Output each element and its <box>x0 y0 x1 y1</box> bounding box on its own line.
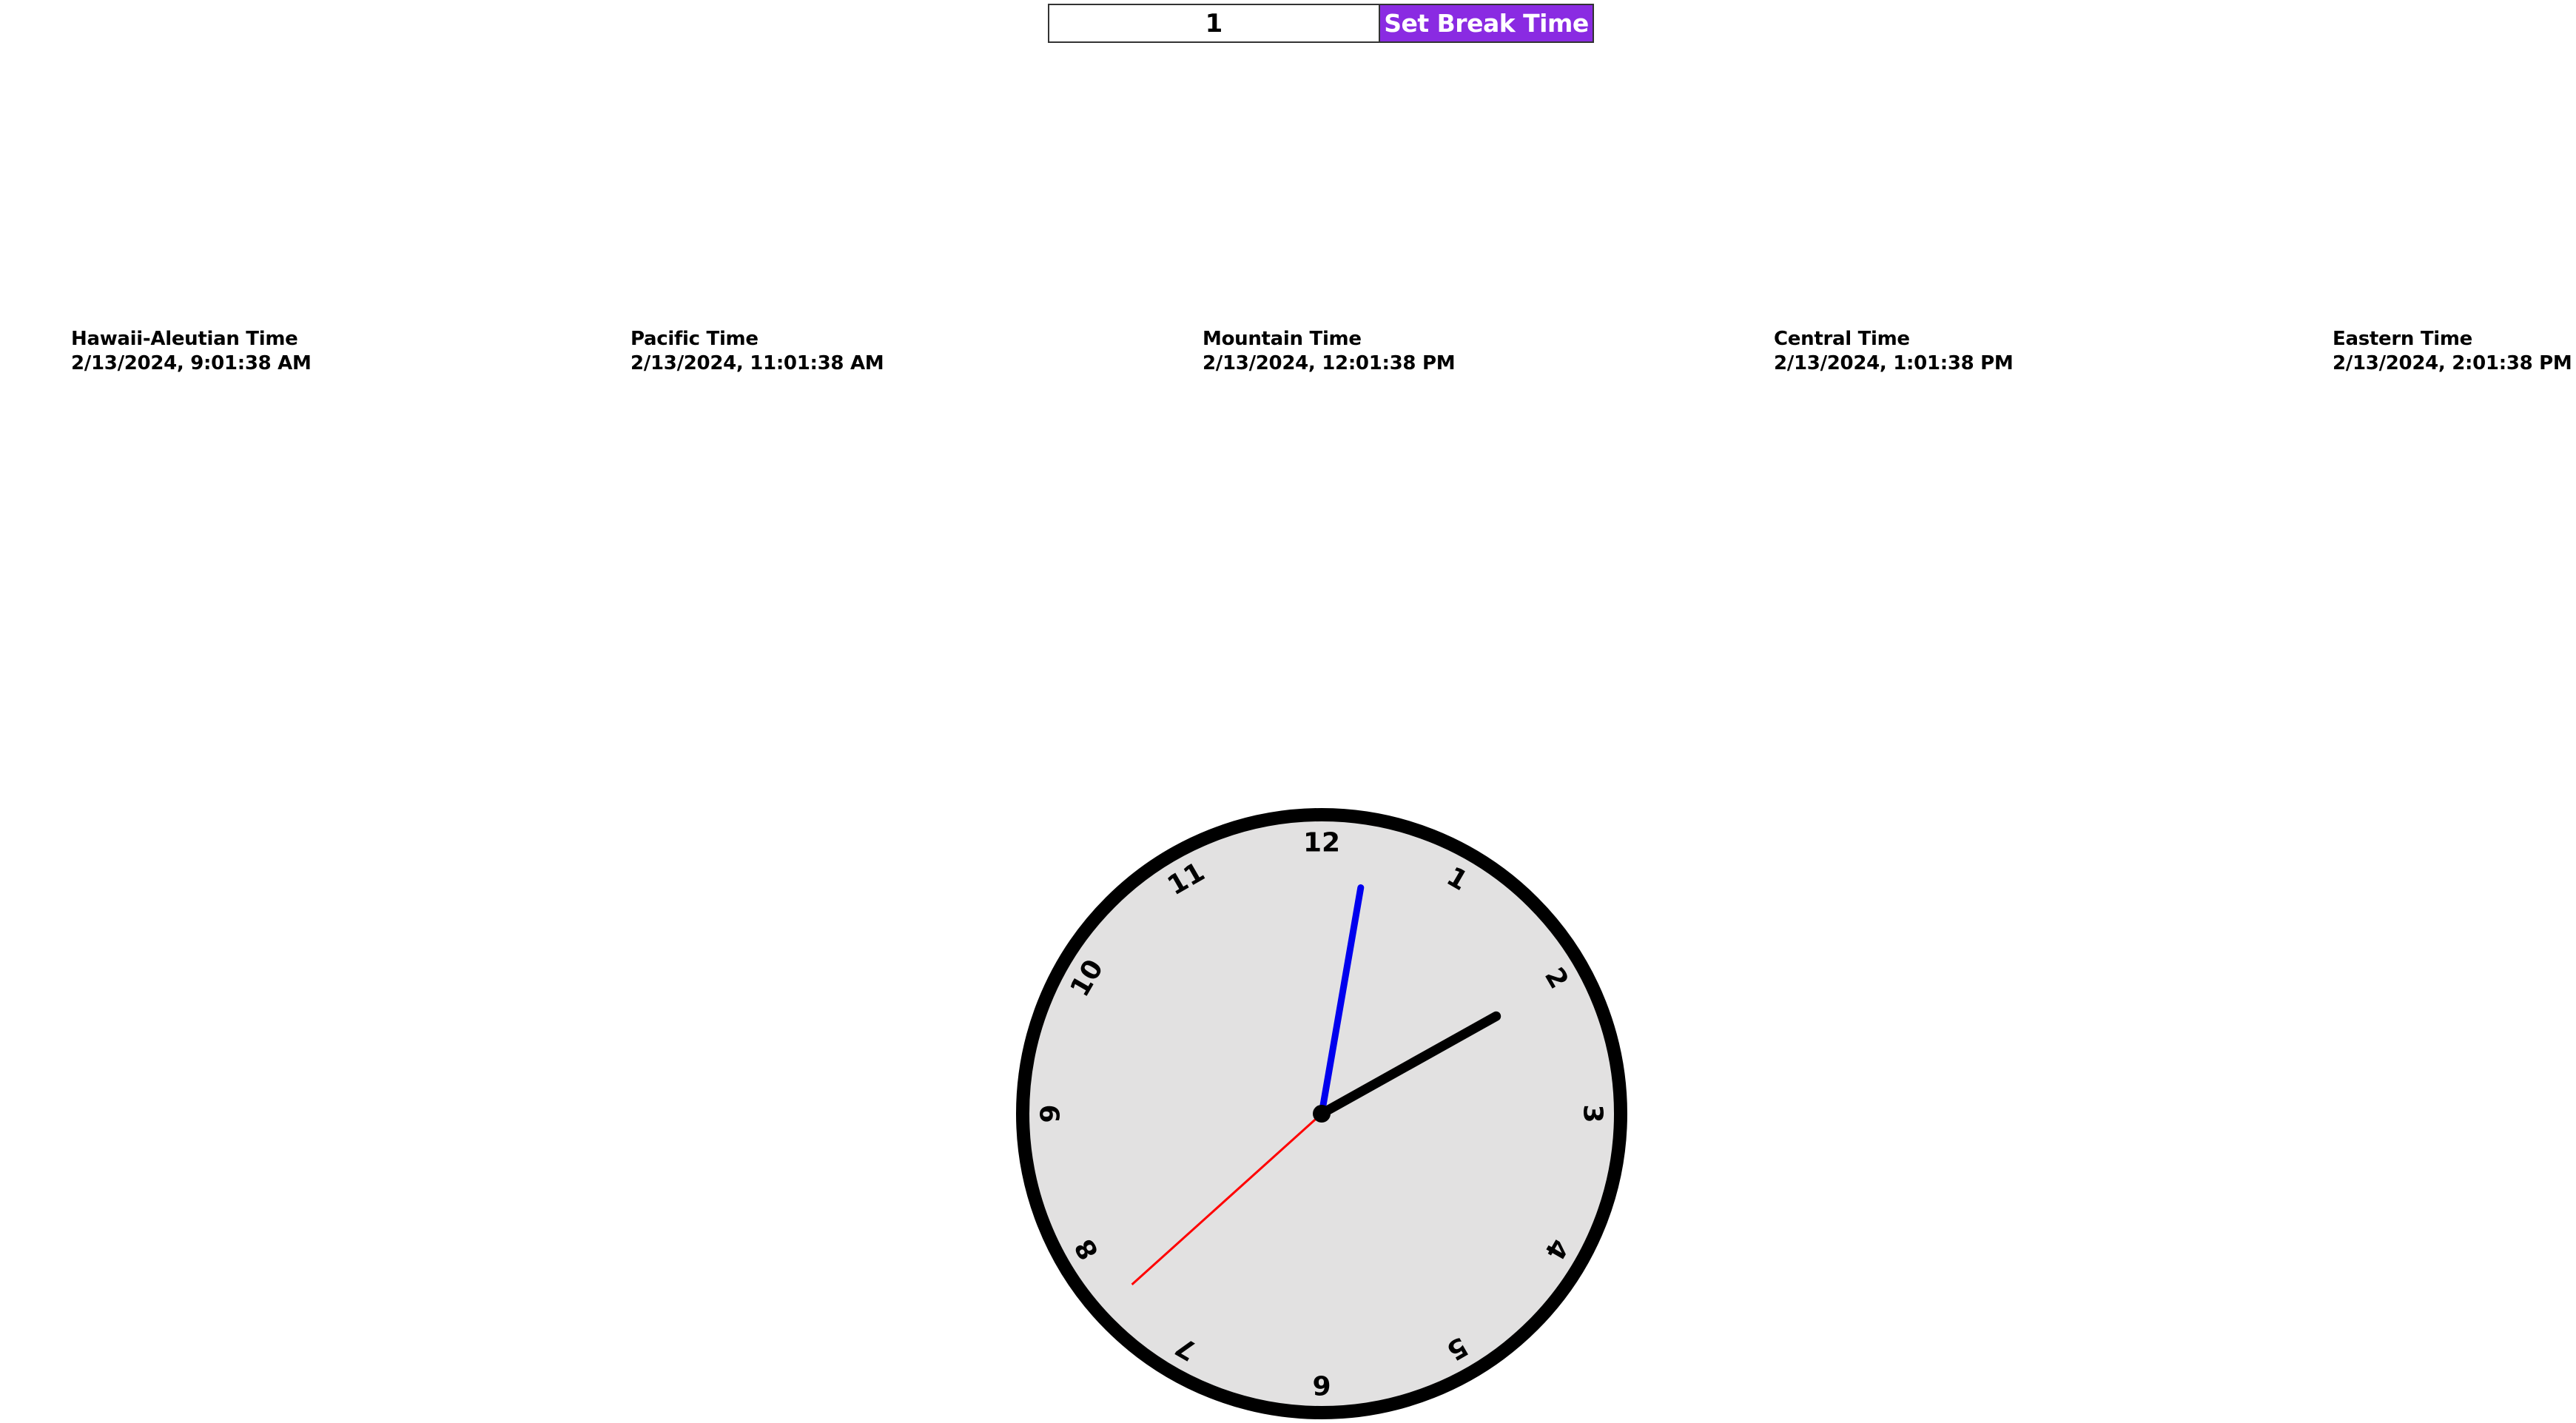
analog-clock: 121234567891011 <box>1016 808 1627 1419</box>
clock-number-3: 3 <box>1578 1104 1608 1123</box>
clock-number-9: 9 <box>1036 1104 1066 1123</box>
page: Set Break Time Hawaii-Aleutian Time 2/13… <box>0 0 2576 1423</box>
timezone-central: Central Time 2/13/2024, 1:01:38 PM <box>1774 327 2014 376</box>
timezone-name: Mountain Time <box>1203 328 1362 350</box>
clock-center-pin <box>1313 1105 1331 1123</box>
timezone-datetime: 2/13/2024, 11:01:38 AM <box>630 352 884 374</box>
timezone-eastern: Eastern Time 2/13/2024, 2:01:38 PM <box>2333 327 2572 376</box>
clock-number-6: 6 <box>1312 1370 1331 1400</box>
timezone-name: Eastern Time <box>2333 328 2473 350</box>
timezone-hawaii-aleutian: Hawaii-Aleutian Time 2/13/2024, 9:01:38 … <box>71 327 312 376</box>
timezone-datetime: 2/13/2024, 9:01:38 AM <box>71 352 312 374</box>
set-break-time-button[interactable]: Set Break Time <box>1379 4 1594 43</box>
timezone-datetime: 2/13/2024, 12:01:38 PM <box>1203 352 1456 374</box>
break-time-control: Set Break Time <box>1048 4 1594 43</box>
timezone-name: Hawaii-Aleutian Time <box>71 328 298 350</box>
timezone-mountain: Mountain Time 2/13/2024, 12:01:38 PM <box>1203 327 1456 376</box>
timezone-pacific: Pacific Time 2/13/2024, 11:01:38 AM <box>630 327 884 376</box>
timezone-datetime: 2/13/2024, 1:01:38 PM <box>1774 352 2014 374</box>
break-time-input[interactable] <box>1048 4 1379 43</box>
clock-number-12: 12 <box>1303 828 1340 858</box>
timezone-name: Pacific Time <box>630 328 759 350</box>
timezone-name: Central Time <box>1774 328 1910 350</box>
timezone-datetime: 2/13/2024, 2:01:38 PM <box>2333 352 2572 374</box>
